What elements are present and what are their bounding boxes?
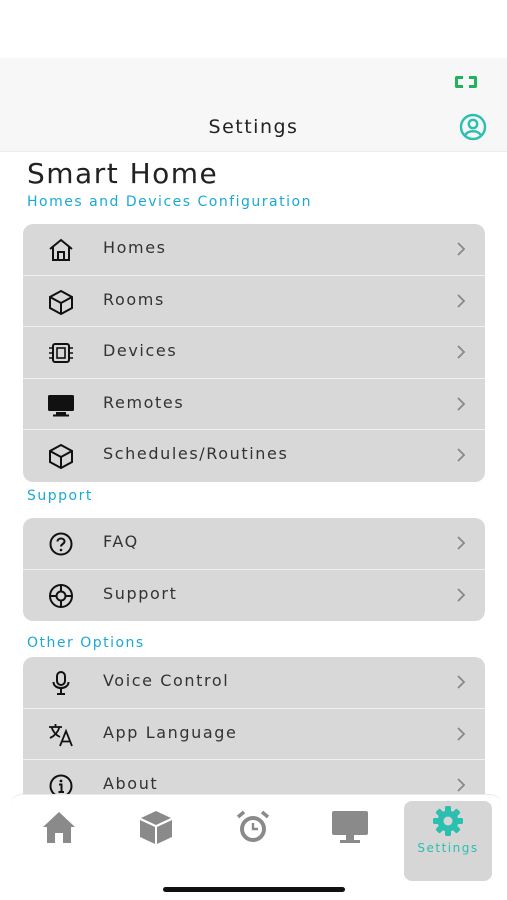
row-label: Voice Control (103, 671, 230, 690)
settings-content[interactable]: Smart Home Homes and Devices Configurati… (0, 152, 507, 794)
home-indicator (163, 887, 345, 892)
cube-icon (49, 289, 73, 315)
other-options-group: Voice Control App Language About (23, 657, 485, 794)
chevron-right-icon (457, 448, 466, 463)
home-icon (49, 238, 73, 261)
settings-row-schedules[interactable]: Schedules/Routines (23, 430, 485, 482)
chevron-right-icon (457, 293, 466, 308)
page-title: Smart Home (27, 157, 219, 190)
settings-row-app-language[interactable]: App Language (23, 709, 485, 761)
home-icon (43, 812, 75, 843)
tab-label-settings: Settings (417, 841, 479, 855)
cube-icon (140, 811, 172, 844)
row-label: Devices (103, 341, 178, 361)
chevron-right-icon (457, 587, 466, 602)
chevron-right-icon (457, 345, 466, 359)
row-label: FAQ (103, 532, 139, 551)
tab-rooms[interactable] (126, 807, 186, 847)
support-group: FAQ Support (23, 518, 485, 621)
section-label-support: Support (27, 488, 93, 504)
navigation-bar: Settings (0, 106, 507, 152)
row-label: Support (103, 583, 178, 603)
settings-row-devices[interactable]: Devices (23, 327, 485, 379)
settings-row-faq[interactable]: FAQ (23, 518, 485, 570)
status-bar (0, 58, 507, 106)
battery-icon (455, 76, 477, 88)
question-icon (49, 532, 73, 556)
monitor-icon (332, 811, 368, 843)
lifebuoy-icon (49, 583, 73, 608)
top-blank-area (0, 0, 507, 58)
cube-icon (49, 444, 73, 470)
translate-icon (49, 723, 73, 746)
settings-row-homes[interactable]: Homes (23, 224, 485, 276)
row-label: App Language (103, 722, 238, 742)
settings-row-remotes[interactable]: Remotes (23, 379, 485, 431)
tab-schedules[interactable] (223, 807, 283, 847)
tab-bar: Settings (10, 794, 502, 888)
info-icon (49, 774, 73, 794)
row-label: Schedules/Routines (103, 444, 289, 464)
row-label: Remotes (103, 392, 185, 412)
row-label: Homes (103, 238, 167, 257)
alarm-clock-icon (236, 810, 270, 842)
section-label-homes: Homes and Devices Configuration (27, 194, 312, 210)
chevron-right-icon (457, 536, 466, 550)
monitor-icon (48, 394, 74, 417)
chevron-right-icon (457, 778, 466, 792)
microphone-icon (52, 671, 70, 695)
chevron-right-icon (457, 242, 466, 256)
tab-home[interactable] (29, 807, 89, 847)
section-label-other: Other Options (27, 635, 145, 651)
chip-icon (49, 343, 73, 364)
row-label: Rooms (103, 289, 165, 309)
tab-settings[interactable]: Settings (404, 801, 492, 881)
tab-remotes[interactable] (320, 807, 380, 847)
gear-icon (433, 806, 463, 836)
nav-title: Settings (208, 116, 299, 138)
chevron-right-icon (457, 397, 466, 411)
homes-devices-group: Homes Rooms Devices Remotes Schedules/Ro… (23, 224, 485, 482)
settings-row-voice-control[interactable]: Voice Control (23, 657, 485, 709)
settings-row-support[interactable]: Support (23, 570, 485, 621)
profile-icon[interactable] (459, 113, 487, 141)
settings-row-about[interactable]: About (23, 760, 485, 794)
row-label: About (103, 774, 159, 794)
settings-row-rooms[interactable]: Rooms (23, 276, 485, 328)
chevron-right-icon (457, 675, 466, 689)
chevron-right-icon (457, 726, 466, 741)
